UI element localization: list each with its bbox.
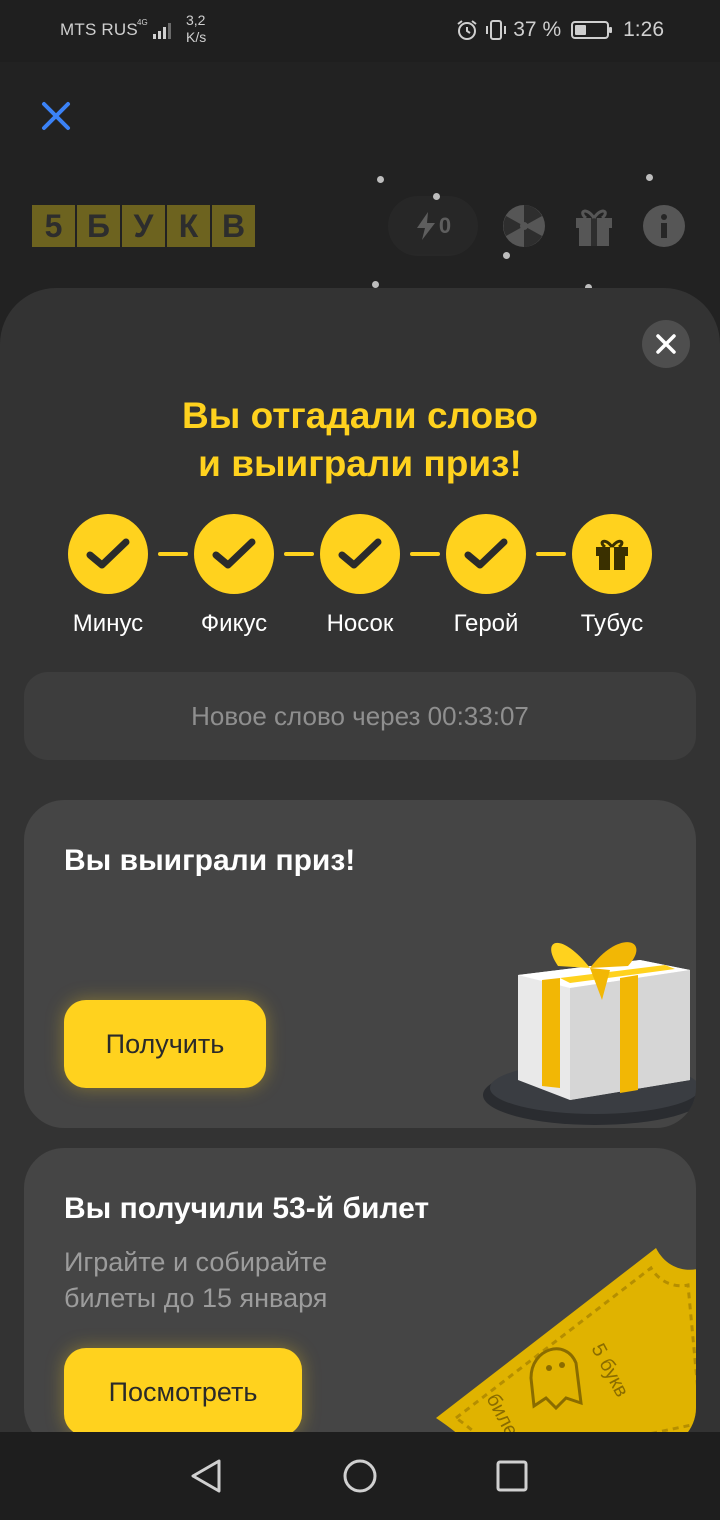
snow-dot (377, 176, 384, 183)
step-label: Герой (453, 610, 519, 637)
step-label: Фикус (200, 610, 268, 637)
ticket-title: Вы получили 53-й билет (64, 1192, 430, 1225)
title-line-2: и выиграли приз! (198, 443, 522, 484)
battery-percent: 37 % (513, 18, 562, 41)
energy-count: 0 (438, 213, 452, 238)
snow-dot (372, 281, 379, 288)
back-triangle-icon (191, 1459, 221, 1493)
step-label: Тубус (580, 610, 644, 637)
result-sheet: Вы отгадали слово и выиграли приз! Минус… (0, 288, 720, 1432)
recents-square-icon (496, 1460, 528, 1492)
step-circle (446, 514, 526, 594)
back-button[interactable] (186, 1456, 226, 1496)
info-button[interactable] (640, 202, 688, 250)
network-speed: 3,2 K/s (186, 12, 206, 46)
gift-box-illustration (483, 942, 696, 1125)
network-type: 4G (137, 18, 148, 27)
home-button[interactable] (340, 1456, 380, 1496)
lightning-icon (416, 212, 435, 240)
gift-icon (596, 539, 628, 570)
vibrate-icon (486, 20, 507, 40)
prize-card: Вы выиграли приз! Получить (24, 800, 696, 1128)
check-icon (464, 538, 508, 569)
ticket-illustration: 5 букв билет (436, 1248, 696, 1432)
speed-unit: K/s (186, 29, 207, 45)
battery-icon (571, 21, 613, 39)
logo-letter-tile: В (212, 205, 255, 247)
ticket-subtitle: Играйте и собирайте билеты до 15 января (64, 1247, 328, 1313)
alarm-icon (457, 20, 477, 40)
logo-letter-tile: У (122, 205, 165, 247)
step-circle (320, 514, 400, 594)
progress-step: Минус (48, 514, 168, 638)
step-label: Носок (326, 610, 394, 637)
step-circle (194, 514, 274, 594)
system-nav-bar (0, 1432, 720, 1520)
title-line-1: Вы отгадали слово (181, 395, 539, 436)
ticket-card: Вы получили 53-й билет Играйте и собирай… (24, 1148, 696, 1432)
step-label: Минус (72, 610, 144, 637)
next-word-timer: Новое слово через 00:33:07 (24, 672, 696, 760)
logo-letter-tile: Б (77, 205, 120, 247)
signal-icon (153, 23, 171, 39)
snow-dot (646, 174, 653, 181)
clock: 1:26 (623, 18, 664, 41)
snow-dot (433, 193, 440, 200)
game-logo: 5БУКВ (32, 205, 255, 247)
progress-step: Носок (300, 514, 420, 638)
carrier-name: MTS RUS (60, 20, 138, 39)
wheel-button[interactable] (500, 202, 548, 250)
fortune-wheel-icon (503, 205, 545, 247)
step-circle (572, 514, 652, 594)
status-bar: MTS RUS 4G 3,2 K/s 37 % 1:26 (0, 0, 720, 62)
gifts-button[interactable] (570, 202, 618, 250)
logo-letter-tile: К (167, 205, 210, 247)
progress-step: Тубус (552, 514, 672, 638)
progress-step: Фикус (174, 514, 294, 638)
claim-prize-button[interactable]: Получить (64, 1000, 266, 1088)
prize-title: Вы выиграли приз! (64, 844, 356, 877)
gift-icon (576, 209, 612, 246)
progress-step: Герой (426, 514, 546, 638)
close-icon[interactable] (36, 96, 76, 136)
energy-counter[interactable]: 0 (388, 196, 478, 256)
speed-value: 3,2 (186, 12, 206, 28)
check-icon (86, 538, 130, 569)
check-icon (212, 538, 256, 569)
logo-letter-tile: 5 (32, 205, 75, 247)
home-circle-icon (343, 1459, 377, 1493)
snow-dot (503, 252, 510, 259)
result-title: Вы отгадали слово и выиграли приз! (0, 392, 720, 488)
check-icon (338, 538, 382, 569)
step-circle (68, 514, 148, 594)
info-icon (643, 205, 685, 247)
recents-button[interactable] (492, 1456, 532, 1496)
sheet-close-button[interactable] (642, 320, 690, 368)
word-progress: Минус Фикус Носок Герой Тубус (48, 514, 672, 644)
view-tickets-button[interactable]: Посмотреть (64, 1348, 302, 1432)
close-icon (656, 334, 676, 354)
